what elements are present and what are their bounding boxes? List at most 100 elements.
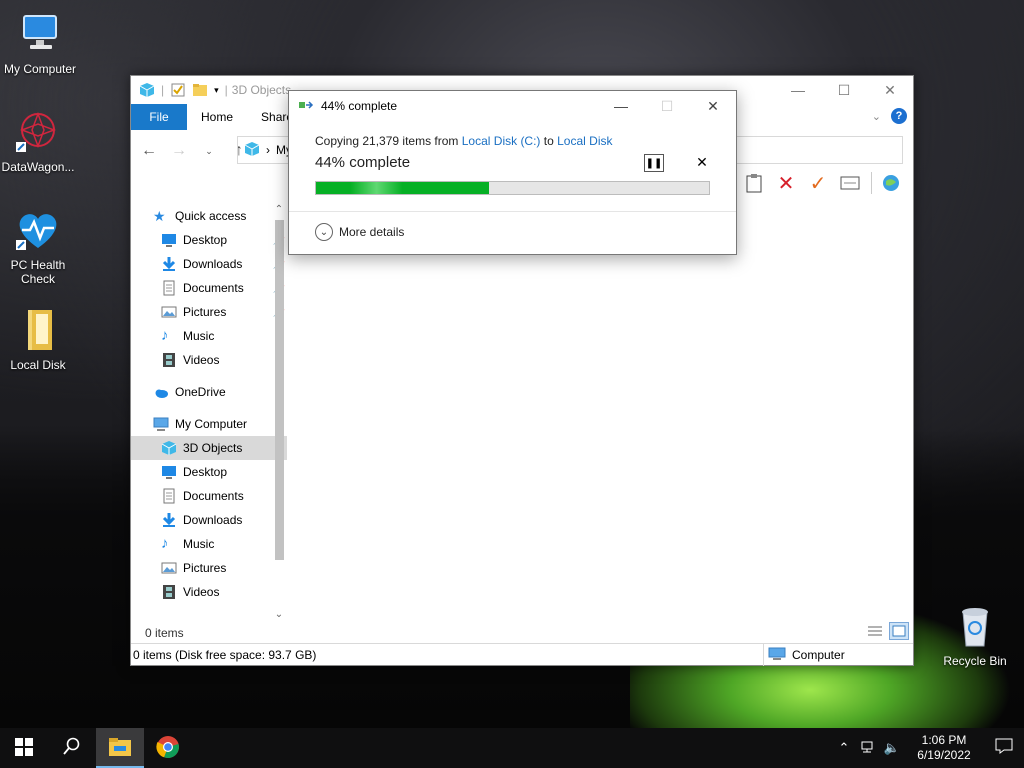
separator: | bbox=[224, 83, 228, 97]
nav-label: Desktop bbox=[183, 465, 228, 479]
help-icon[interactable]: ? bbox=[891, 108, 907, 124]
desktop-icon-local-disk[interactable]: Local Disk bbox=[0, 306, 76, 372]
nav-scrollbar[interactable]: ⌃ ⌄ bbox=[271, 204, 287, 620]
computer-icon bbox=[768, 647, 786, 664]
scroll-down-icon[interactable]: ⌄ bbox=[271, 609, 287, 620]
customize-qa-dropdown-icon[interactable]: ▾ bbox=[214, 85, 219, 96]
nav-onedrive[interactable]: OneDrive bbox=[131, 380, 287, 404]
nav-pictures[interactable]: Pictures bbox=[131, 556, 287, 580]
desktop-icon-label: Recycle Bin bbox=[943, 654, 1007, 668]
divider bbox=[289, 211, 736, 212]
rename-icon[interactable] bbox=[839, 172, 861, 194]
view-switcher bbox=[865, 622, 909, 640]
cancel-copy-button[interactable]: ✕ bbox=[693, 153, 711, 171]
properties-icon[interactable] bbox=[170, 82, 186, 98]
nav-downloads[interactable]: Downloads bbox=[131, 508, 287, 532]
delete-icon[interactable]: ✕ bbox=[775, 172, 797, 195]
desktop-icon-label: My Computer bbox=[3, 62, 77, 76]
document-icon bbox=[161, 280, 177, 296]
nav-label: Documents bbox=[183, 281, 244, 295]
folder-icon bbox=[108, 737, 132, 760]
copy-icon bbox=[299, 98, 315, 115]
pause-button[interactable]: ❚❚ bbox=[644, 154, 664, 172]
desktop-icon bbox=[161, 464, 177, 480]
volume-icon[interactable]: 🔈 bbox=[880, 740, 904, 756]
dialog-maximize-button: ☐ bbox=[660, 97, 674, 114]
back-button[interactable]: ← bbox=[139, 142, 159, 160]
dialog-titlebar[interactable]: 44% complete — ☐ ✕ bbox=[289, 91, 736, 121]
custom-toolbar: ✕ ✓ bbox=[743, 172, 901, 195]
nav-label: Pictures bbox=[183, 305, 227, 319]
3d-objects-icon bbox=[161, 440, 177, 456]
music-note-icon: ♪ bbox=[161, 535, 169, 552]
scroll-thumb[interactable] bbox=[275, 220, 284, 560]
taskbar-file-explorer[interactable] bbox=[96, 728, 144, 768]
nav-documents[interactable]: Documents bbox=[131, 484, 287, 508]
show-hidden-icons-icon[interactable]: ⌃ bbox=[832, 740, 856, 756]
more-details-toggle[interactable]: ⌄ More details bbox=[315, 223, 404, 241]
globe-icon[interactable] bbox=[871, 172, 901, 194]
chrome-icon bbox=[156, 735, 180, 762]
source-link[interactable]: Local Disk (C:) bbox=[462, 134, 541, 148]
nav-label: Downloads bbox=[183, 513, 243, 527]
nav-music[interactable]: ♪ Music bbox=[131, 532, 287, 556]
start-button[interactable] bbox=[0, 728, 48, 768]
new-folder-icon[interactable] bbox=[192, 82, 208, 98]
nav-quick-music[interactable]: ♪ Music bbox=[131, 324, 287, 348]
destination-link[interactable]: Local Disk bbox=[557, 134, 612, 148]
nav-quick-access[interactable]: ★ Quick access bbox=[131, 204, 287, 228]
large-icons-view-icon[interactable] bbox=[889, 622, 909, 640]
dialog-minimize-button[interactable]: — bbox=[598, 91, 644, 121]
nav-label: OneDrive bbox=[175, 385, 226, 399]
music-note-icon: ♪ bbox=[161, 327, 169, 344]
nav-videos[interactable]: Videos bbox=[131, 580, 287, 604]
desktop-icon-pc-health-check[interactable]: PC Health Check bbox=[0, 206, 76, 286]
desktop-icon-label: Local Disk bbox=[10, 358, 66, 372]
expand-ribbon-icon[interactable]: ⌄ bbox=[872, 110, 881, 123]
document-icon bbox=[161, 488, 177, 504]
navigation-pane: ★ Quick access Desktop 📌 Downloads 📌 Doc… bbox=[131, 204, 287, 620]
copy-progress-dialog: 44% complete — ☐ ✕ Copying 21,379 items … bbox=[288, 90, 737, 255]
cloud-icon bbox=[153, 384, 169, 400]
nav-quick-documents[interactable]: Documents 📌 bbox=[131, 276, 287, 300]
nav-label: Downloads bbox=[183, 257, 243, 271]
network-icon[interactable] bbox=[856, 740, 880, 757]
desktop-icon-recycle-bin[interactable]: Recycle Bin bbox=[936, 602, 1014, 668]
scroll-up-icon[interactable]: ⌃ bbox=[271, 204, 287, 215]
details-view-icon[interactable] bbox=[865, 622, 885, 640]
taskbar-chrome[interactable] bbox=[144, 728, 192, 768]
nav-quick-pictures[interactable]: Pictures 📌 bbox=[131, 300, 287, 324]
separator: | bbox=[161, 83, 165, 97]
window-title: 3D Objects bbox=[231, 83, 292, 97]
maximize-button[interactable]: ☐ bbox=[821, 76, 867, 104]
checkmark-icon[interactable]: ✓ bbox=[807, 172, 829, 195]
download-arrow-icon bbox=[161, 512, 177, 528]
desktop-icon-datawagon[interactable]: DataWagon... bbox=[0, 108, 76, 174]
nav-my-computer[interactable]: My Computer bbox=[131, 412, 287, 436]
nav-3d-objects[interactable]: 3D Objects bbox=[131, 436, 287, 460]
nav-quick-downloads[interactable]: Downloads 📌 bbox=[131, 252, 287, 276]
forward-button[interactable]: → bbox=[169, 142, 189, 160]
tab-file[interactable]: File bbox=[131, 104, 187, 130]
nav-label: Music bbox=[183, 537, 215, 551]
nav-quick-videos[interactable]: Videos bbox=[131, 348, 287, 372]
desktop-icon bbox=[161, 232, 177, 248]
dialog-title: 44% complete bbox=[321, 99, 398, 113]
items-count: 0 items bbox=[145, 626, 184, 640]
minimize-button[interactable]: — bbox=[775, 76, 821, 104]
windows-logo-icon bbox=[15, 737, 33, 759]
notification-center-icon[interactable] bbox=[984, 738, 1024, 759]
nav-desktop[interactable]: Desktop bbox=[131, 460, 287, 484]
progress-fill bbox=[316, 182, 489, 194]
recent-locations-icon[interactable]: ⌄ bbox=[199, 146, 219, 157]
nav-quick-desktop[interactable]: Desktop 📌 bbox=[131, 228, 287, 252]
clipboard-icon[interactable] bbox=[743, 172, 765, 194]
clock[interactable]: 1:06 PM 6/19/2022 bbox=[910, 733, 978, 763]
chevron-right-icon[interactable]: › bbox=[266, 143, 270, 157]
desktop-icon-my-computer[interactable]: My Computer bbox=[2, 10, 78, 76]
progress-bar bbox=[315, 181, 710, 195]
search-button[interactable] bbox=[48, 728, 96, 768]
dialog-close-button[interactable]: ✕ bbox=[690, 91, 736, 121]
tab-home[interactable]: Home bbox=[187, 104, 247, 130]
close-button[interactable]: ✕ bbox=[867, 76, 913, 104]
